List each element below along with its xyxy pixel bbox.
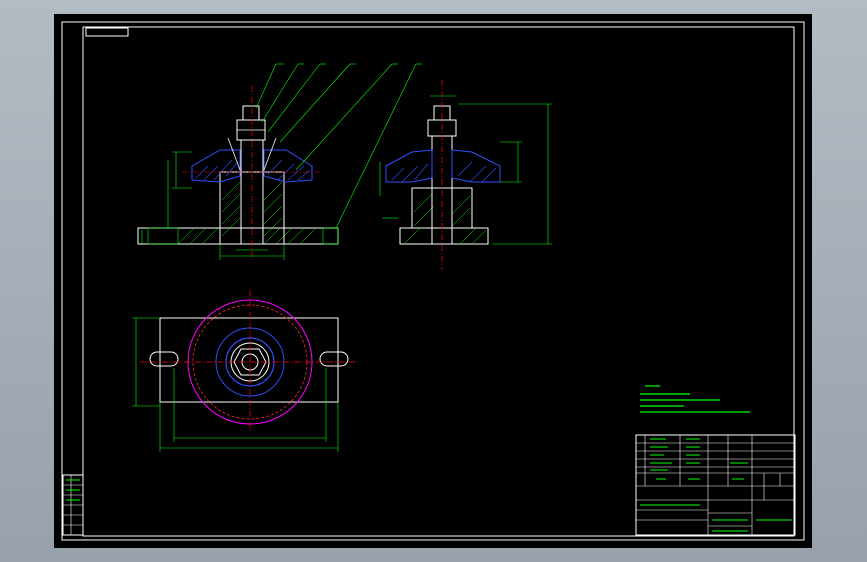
- cad-viewport[interactable]: [0, 0, 867, 562]
- drawing-area: [54, 14, 812, 548]
- engineering-drawing-sheet: [54, 14, 812, 548]
